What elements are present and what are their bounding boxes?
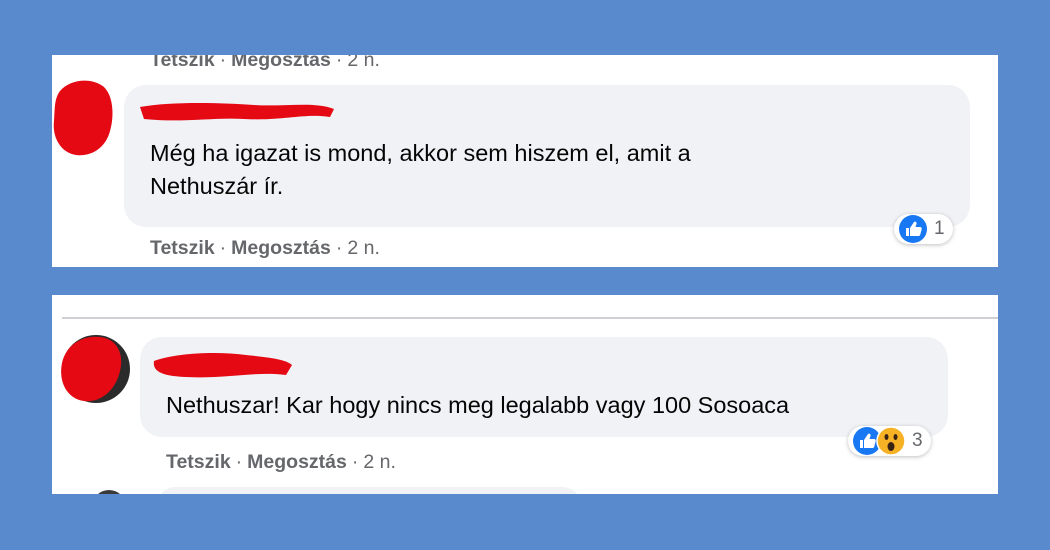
reaction-count: 1 (934, 218, 945, 239)
thumbs-up-icon (899, 215, 927, 243)
like-link[interactable]: Tetszik (166, 451, 231, 473)
timestamp[interactable]: 2 n. (363, 451, 396, 473)
like-link[interactable]: Tetszik (150, 55, 215, 71)
author-name-redacted[interactable] (134, 97, 344, 127)
reaction-count: 3 (912, 430, 923, 451)
timestamp[interactable]: 2 n. (347, 237, 380, 259)
avatar-redacted[interactable] (52, 77, 116, 161)
comment-actions: Tetszik · Megosztás · 2 n. (150, 237, 380, 259)
comment-panel-2: Nethuszar! Kar hogy nincs meg legalabb v… (52, 295, 998, 494)
timestamp[interactable]: 2 n. (347, 55, 380, 71)
comment-bubble: Nethuszar! Kar hogy nincs meg legalabb v… (140, 337, 948, 437)
author-name-redacted[interactable] (146, 347, 296, 383)
like-link[interactable]: Tetszik (150, 237, 215, 259)
comment-text: Nethuszar! Kar hogy nincs meg legalabb v… (166, 392, 790, 418)
avatar[interactable] (92, 490, 126, 494)
previous-comment-actions: Tetszik · Megosztás · 2 n. (150, 55, 380, 72)
share-link[interactable]: Megosztás (247, 451, 347, 473)
comment-panel-1: Tetszik · Megosztás · 2 n. Még ha igazat is … (52, 55, 998, 267)
share-link[interactable]: Megosztás (231, 237, 331, 259)
wow-face-icon (876, 426, 906, 456)
comment-bubble: Még ha igazat is mond, akkor sem hiszem … (124, 85, 970, 227)
next-comment-bubble (156, 487, 582, 494)
divider (62, 317, 998, 319)
reactions-summary[interactable]: 1 (894, 214, 953, 244)
comment-actions: Tetszik · Megosztás · 2 n. (166, 451, 396, 473)
comment-text: Még ha igazat is mond, akkor sem hiszem … (150, 140, 691, 199)
reactions-summary[interactable]: 3 (848, 426, 931, 456)
avatar-redacted[interactable] (58, 333, 130, 407)
share-link[interactable]: Megosztás (231, 55, 331, 71)
